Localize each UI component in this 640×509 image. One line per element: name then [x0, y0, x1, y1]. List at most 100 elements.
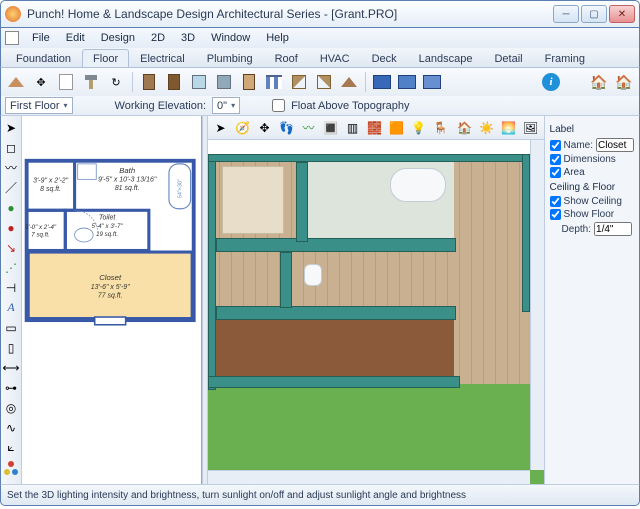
menu-design[interactable]: Design — [94, 30, 142, 46]
v3-sun2-icon[interactable]: 🌅 — [499, 118, 519, 138]
v3-slice-icon[interactable]: ▥ — [343, 118, 363, 138]
tool-stairs-icon[interactable] — [288, 71, 310, 93]
svg-text:13'-6" x 5'-9": 13'-6" x 5'-9" — [91, 284, 130, 291]
v3-orbit-icon[interactable]: 🧭 — [233, 118, 253, 138]
show-floor-checkbox[interactable] — [550, 209, 561, 220]
tool-door1-icon[interactable] — [138, 71, 160, 93]
svg-text:77 sq.ft.: 77 sq.ft. — [98, 293, 123, 300]
show-ceiling-checkbox[interactable] — [550, 196, 561, 207]
v3-section-icon[interactable]: 🔳 — [321, 118, 341, 138]
name-checkbox[interactable] — [550, 140, 561, 151]
tool-hatch-icon[interactable]: ⋰ — [1, 258, 21, 277]
tool-door2-icon[interactable] — [163, 71, 185, 93]
tool-window1-icon[interactable] — [188, 71, 210, 93]
minimize-button[interactable]: ─ — [553, 5, 579, 23]
v3-home-icon[interactable]: 🏠 — [455, 118, 475, 138]
v3-material-icon[interactable]: 🧱 — [365, 118, 385, 138]
tool-break-icon[interactable]: ⊣ — [1, 278, 21, 297]
menu-window[interactable]: Window — [204, 30, 257, 46]
menu-3d[interactable]: 3D — [174, 30, 202, 46]
v3-walk-icon[interactable]: 👣 — [277, 118, 297, 138]
close-button[interactable]: ✕ — [609, 5, 635, 23]
v3-sun-icon[interactable]: ☀️ — [477, 118, 497, 138]
v3-table-icon[interactable]: 🪑 — [431, 118, 451, 138]
tool-roof-icon[interactable] — [5, 71, 27, 93]
tool-arrow-red-icon[interactable]: ↘ — [1, 238, 21, 257]
v3-render-icon[interactable]: 🖼 — [521, 118, 541, 138]
tool-door3-icon[interactable] — [238, 71, 260, 93]
tool-stairs2-icon[interactable] — [313, 71, 335, 93]
tool-sheet-icon[interactable] — [55, 71, 77, 93]
tool-curve-icon[interactable]: ∿ — [1, 418, 21, 437]
tab-hvac[interactable]: HVAC — [309, 49, 361, 67]
house-green-icon[interactable]: 🏠 — [613, 71, 635, 93]
h-scrollbar[interactable] — [208, 470, 530, 484]
tab-roof[interactable]: Roof — [264, 49, 309, 67]
working-elevation-label: Working Elevation: — [115, 100, 207, 112]
v3-light-icon[interactable]: 💡 — [409, 118, 429, 138]
ceiling-floor-head: Ceiling & Floor — [550, 182, 634, 193]
tool-ring-icon[interactable]: ◎ — [1, 398, 21, 417]
tab-framing[interactable]: Framing — [534, 49, 596, 67]
tool-connect-icon[interactable]: ⊶ — [1, 378, 21, 397]
tab-electrical[interactable]: Electrical — [129, 49, 196, 67]
v-scrollbar[interactable] — [530, 140, 544, 470]
tool-line-icon[interactable]: ／ — [1, 178, 21, 197]
tab-floor[interactable]: Floor — [82, 49, 129, 67]
menu-file[interactable]: File — [25, 30, 57, 46]
v3-pan-icon[interactable]: ✥ — [255, 118, 275, 138]
tool-rotate-icon[interactable]: ↻ — [105, 71, 127, 93]
menu-edit[interactable]: Edit — [59, 30, 92, 46]
v3-color-icon[interactable]: 🟧 — [387, 118, 407, 138]
house-red-icon[interactable]: 🏠 — [588, 71, 610, 93]
depth-field[interactable] — [594, 222, 632, 236]
dimensions-checkbox[interactable] — [550, 154, 561, 165]
tool-hammer-icon[interactable] — [80, 71, 102, 93]
tool-rect-icon[interactable]: ▭ — [1, 318, 21, 337]
maximize-button[interactable]: ▢ — [581, 5, 607, 23]
tool-dimension-icon[interactable]: ⟷ — [1, 358, 21, 377]
tab-detail[interactable]: Detail — [483, 49, 533, 67]
tool-plan3-icon[interactable] — [421, 71, 443, 93]
menu-2d[interactable]: 2D — [144, 30, 172, 46]
tool-plan1-icon[interactable] — [371, 71, 393, 93]
working-elevation-value[interactable]: 0" — [212, 97, 240, 114]
tool-plan2-icon[interactable] — [396, 71, 418, 93]
floor-selector[interactable]: First Floor — [5, 97, 73, 114]
tab-foundation[interactable]: Foundation — [5, 49, 82, 67]
tool-window2-icon[interactable] — [213, 71, 235, 93]
area-checkbox[interactable] — [550, 167, 561, 178]
menu-bar: File Edit Design 2D 3D Window Help — [0, 28, 640, 48]
info-button[interactable]: i — [540, 71, 562, 93]
tool-text-icon[interactable]: A — [1, 298, 21, 317]
svg-text:19 sq.ft.: 19 sq.ft. — [96, 231, 118, 238]
tool-point-green-icon[interactable]: ● — [1, 198, 21, 217]
tab-landscape[interactable]: Landscape — [408, 49, 484, 67]
tool-roof2-icon[interactable] — [338, 71, 360, 93]
tool-point-red-icon[interactable]: ● — [1, 218, 21, 237]
name-field[interactable] — [596, 138, 634, 152]
tab-deck[interactable]: Deck — [361, 49, 408, 67]
float-above-checkbox[interactable] — [272, 99, 285, 112]
v3-pointer-icon[interactable]: ➤ — [211, 118, 231, 138]
tool-angle-icon[interactable]: ⟀ — [1, 438, 21, 457]
tab-plumbing[interactable]: Plumbing — [196, 49, 264, 67]
tool-pointer-icon[interactable]: ➤ — [1, 118, 21, 137]
dimensions-row: Dimensions — [550, 154, 634, 165]
svg-text:Bath: Bath — [119, 166, 135, 175]
tool-shape-icon[interactable]: ◻ — [1, 138, 21, 157]
tool-curtain-icon[interactable] — [263, 71, 285, 93]
view3d-canvas[interactable] — [208, 140, 544, 484]
svg-text:3'-0" x 2'-4": 3'-0" x 2'-4" — [25, 224, 57, 231]
menu-help[interactable]: Help — [259, 30, 296, 46]
svg-text:Toilet: Toilet — [99, 215, 116, 222]
plan-2d-view[interactable]: 3'-9" x 2'-2" 8 sq.ft. 3'-0" x 2'-4" 7 s… — [22, 116, 202, 484]
svg-text:81 sq.ft.: 81 sq.ft. — [115, 185, 140, 192]
tool-freeform-icon[interactable]: 〰 — [1, 158, 21, 177]
tool-nav-icon[interactable]: ✥ — [30, 71, 52, 93]
v3-measure-icon[interactable]: 〰 — [299, 118, 319, 138]
tool-molecule-icon[interactable] — [1, 458, 21, 477]
tool-rect2-icon[interactable]: ▯ — [1, 338, 21, 357]
status-text: Set the 3D lighting intensity and bright… — [7, 490, 466, 501]
svg-text:9'-5" x 10'-3 13/16": 9'-5" x 10'-3 13/16" — [98, 177, 157, 184]
